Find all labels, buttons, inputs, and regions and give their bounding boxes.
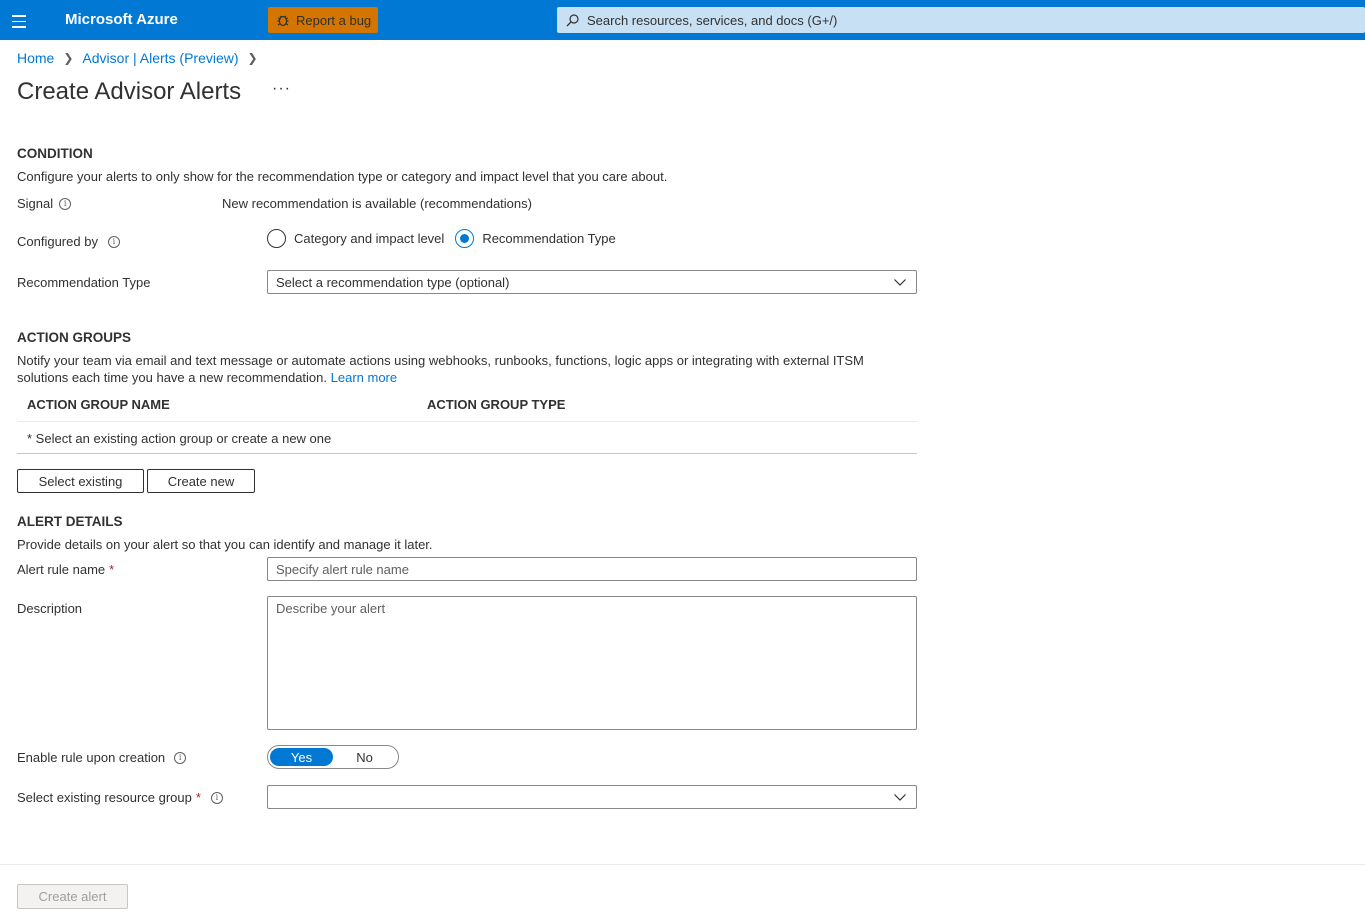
description-textarea[interactable] <box>267 596 917 730</box>
chevron-right-icon: ❯ <box>247 51 258 65</box>
toggle-yes[interactable]: Yes <box>270 748 333 766</box>
enable-rule-label: Enable rule upon creation <box>17 750 166 765</box>
action-groups-section-title: ACTION GROUPS <box>17 330 132 345</box>
recommendation-type-dropdown[interactable]: Select a recommendation type (optional) <box>267 270 917 294</box>
configured-by-radio-group: Category and impact level Recommendation… <box>267 229 627 248</box>
enable-rule-toggle[interactable]: Yes No <box>267 745 399 769</box>
alert-rule-name-label: Alert rule name <box>17 562 106 577</box>
radio-category-impact[interactable] <box>267 229 286 248</box>
learn-more-link[interactable]: Learn more <box>331 370 397 385</box>
search-input[interactable] <box>587 12 1287 28</box>
info-icon[interactable]: i <box>210 791 223 804</box>
resource-group-label: Select existing resource group <box>17 790 192 805</box>
create-alert-button[interactable]: Create alert <box>17 884 128 909</box>
radio-recommendation-type-label[interactable]: Recommendation Type <box>482 231 615 246</box>
enable-rule-label-row: Enable rule upon creation i <box>17 750 187 765</box>
alert-rule-name-label-row: Alert rule name * <box>17 562 114 577</box>
resource-group-label-row: Select existing resource group * i <box>17 790 223 805</box>
info-icon[interactable]: i <box>174 751 187 764</box>
signal-label: Signal <box>17 196 54 211</box>
recommendation-type-placeholder: Select a recommendation type (optional) <box>276 274 510 290</box>
column-header-action-group-type: ACTION GROUP TYPE <box>427 397 566 412</box>
report-bug-label: Report a bug <box>296 12 372 28</box>
empty-row-message: * Select an existing action group or cre… <box>27 431 332 446</box>
report-bug-button[interactable]: Report a bug <box>268 7 378 33</box>
description-label: Description <box>17 601 83 616</box>
recommendation-type-label: Recommendation Type <box>17 275 151 290</box>
action-groups-description-line2: solutions each time you have a new recom… <box>17 370 328 385</box>
breadcrumb-home[interactable]: Home <box>17 50 54 66</box>
create-new-button[interactable]: Create new <box>147 469 255 493</box>
resource-group-dropdown[interactable] <box>267 785 917 809</box>
more-options-icon[interactable]: ··· <box>272 80 291 98</box>
info-icon[interactable]: i <box>59 197 72 210</box>
radio-category-impact-label[interactable]: Category and impact level <box>294 231 444 246</box>
signal-value: New recommendation is available (recomme… <box>222 196 532 211</box>
chevron-down-icon <box>894 279 906 286</box>
toggle-no[interactable]: No <box>333 748 396 766</box>
configured-by-label: Configured by <box>17 234 98 249</box>
table-row: * Select an existing action group or cre… <box>17 422 917 454</box>
condition-section-title: CONDITION <box>17 146 93 161</box>
top-bar: Microsoft Azure Report a bug <box>0 0 1365 40</box>
configured-by-label-row: Configured by i <box>17 234 120 249</box>
condition-description: Configure your alerts to only show for t… <box>17 169 668 184</box>
required-marker: * <box>195 790 201 805</box>
alert-details-section-title: ALERT DETAILS <box>17 514 123 529</box>
alert-details-description: Provide details on your alert so that yo… <box>17 537 433 552</box>
required-marker: * <box>109 562 115 577</box>
search-icon <box>566 13 579 26</box>
action-groups-description: Notify your team via email and text mess… <box>17 352 864 386</box>
signal-label-row: Signal i <box>17 196 72 211</box>
action-groups-description-line2-row: solutions each time you have a new recom… <box>17 369 864 386</box>
action-groups-description-line1: Notify your team via email and text mess… <box>17 353 864 368</box>
brand-title[interactable]: Microsoft Azure <box>65 11 178 28</box>
column-header-action-group-name: ACTION GROUP NAME <box>27 397 170 412</box>
bug-icon <box>277 15 289 27</box>
breadcrumb: Home ❯ Advisor | Alerts (Preview) ❯ <box>17 50 267 66</box>
breadcrumb-advisor-alerts[interactable]: Advisor | Alerts (Preview) <box>82 50 238 66</box>
select-existing-button[interactable]: Select existing <box>17 469 144 493</box>
global-search[interactable] <box>557 7 1365 33</box>
action-groups-table-header: ACTION GROUP NAME ACTION GROUP TYPE <box>17 389 917 422</box>
footer-divider <box>0 864 1365 865</box>
info-icon[interactable]: i <box>107 235 120 248</box>
alert-rule-name-input[interactable] <box>267 557 917 581</box>
page-title: Create Advisor Alerts <box>17 78 242 105</box>
hamburger-menu-icon[interactable] <box>12 12 30 28</box>
radio-recommendation-type[interactable] <box>455 229 475 248</box>
chevron-right-icon: ❯ <box>63 51 74 65</box>
chevron-down-icon <box>894 794 906 801</box>
